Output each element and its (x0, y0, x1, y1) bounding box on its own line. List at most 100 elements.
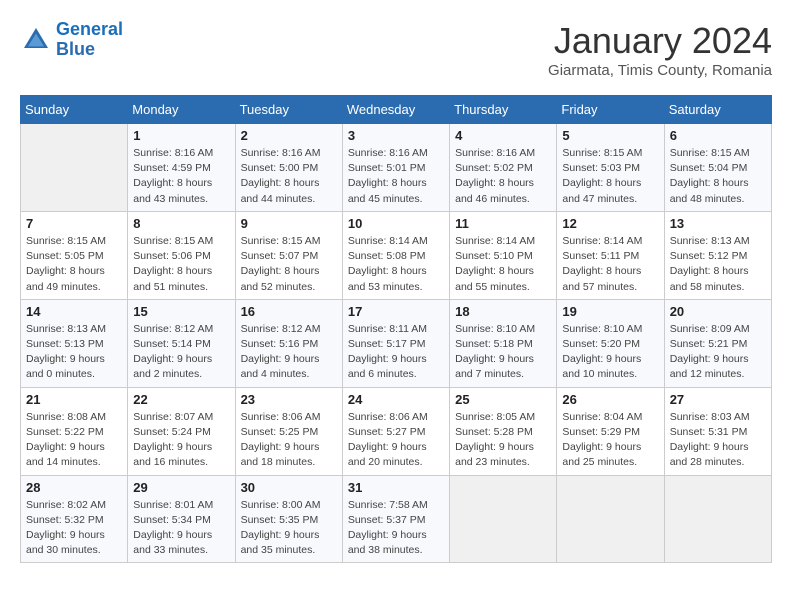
day-info: Sunrise: 8:15 AM Sunset: 5:03 PM Dayligh… (562, 146, 658, 207)
calendar-cell: 16 Sunrise: 8:12 AM Sunset: 5:16 PM Dayli… (235, 299, 342, 387)
weekday-thursday: Thursday (450, 96, 557, 124)
calendar-cell: 9 Sunrise: 8:15 AM Sunset: 5:07 PM Daylig… (235, 211, 342, 299)
calendar-week-4: 28 Sunrise: 8:02 AM Sunset: 5:32 PM Dayli… (21, 475, 772, 563)
day-number: 1 (133, 128, 229, 143)
day-info: Sunrise: 8:00 AM Sunset: 5:35 PM Dayligh… (241, 498, 337, 559)
calendar-cell: 25Sunrise: 8:05 AM Sunset: 5:28 PM Dayli… (450, 387, 557, 475)
calendar-cell: 29 Sunrise: 8:01 AM Sunset: 5:34 PM Dayli… (128, 475, 235, 563)
calendar-cell: 13 Sunrise: 8:13 AM Sunset: 5:12 PM Dayli… (664, 211, 771, 299)
day-info: Sunrise: 8:02 AM Sunset: 5:32 PM Dayligh… (26, 498, 122, 559)
calendar-body: 1Sunrise: 8:16 AM Sunset: 4:59 PM Daylig… (21, 124, 772, 563)
day-number: 16 (241, 304, 337, 319)
day-info: Sunrise: 8:11 AM Sunset: 5:17 PM Dayligh… (348, 322, 444, 383)
day-number: 29 (133, 480, 229, 495)
day-number: 4 (455, 128, 551, 143)
calendar-cell: 1Sunrise: 8:16 AM Sunset: 4:59 PM Daylig… (128, 124, 235, 212)
calendar-cell: 15 Sunrise: 8:12 AM Sunset: 5:14 PM Dayli… (128, 299, 235, 387)
calendar-cell: 27 Sunrise: 8:03 AM Sunset: 5:31 PM Dayli… (664, 387, 771, 475)
day-info: Sunrise: 8:10 AM Sunset: 5:20 PM Dayligh… (562, 322, 658, 383)
title-block: January 2024 Giarmata, Timis County, Rom… (548, 20, 772, 79)
calendar-week-3: 21 Sunrise: 8:08 AM Sunset: 5:22 PM Dayli… (21, 387, 772, 475)
calendar-cell: 18Sunrise: 8:10 AM Sunset: 5:18 PM Dayli… (450, 299, 557, 387)
day-info: Sunrise: 8:16 AM Sunset: 5:02 PM Dayligh… (455, 146, 551, 207)
day-info: Sunrise: 8:03 AM Sunset: 5:31 PM Dayligh… (670, 410, 766, 471)
calendar-cell: 28 Sunrise: 8:02 AM Sunset: 5:32 PM Dayli… (21, 475, 128, 563)
calendar-cell: 24Sunrise: 8:06 AM Sunset: 5:27 PM Dayli… (342, 387, 449, 475)
day-info: Sunrise: 8:07 AM Sunset: 5:24 PM Dayligh… (133, 410, 229, 471)
day-info: Sunrise: 7:58 AM Sunset: 5:37 PM Dayligh… (348, 498, 444, 559)
logo-text: General Blue (56, 20, 123, 60)
day-info: Sunrise: 8:15 AM Sunset: 5:06 PM Dayligh… (133, 234, 229, 295)
location-subtitle: Giarmata, Timis County, Romania (548, 62, 772, 79)
weekday-sunday: Sunday (21, 96, 128, 124)
calendar-cell (21, 124, 128, 212)
day-number: 9 (241, 216, 337, 231)
day-info: Sunrise: 8:15 AM Sunset: 5:07 PM Dayligh… (241, 234, 337, 295)
day-number: 10 (348, 216, 444, 231)
day-info: Sunrise: 8:08 AM Sunset: 5:22 PM Dayligh… (26, 410, 122, 471)
calendar-cell: 6Sunrise: 8:15 AM Sunset: 5:04 PM Daylig… (664, 124, 771, 212)
logo-line2: Blue (56, 39, 95, 59)
day-number: 28 (26, 480, 122, 495)
day-info: Sunrise: 8:14 AM Sunset: 5:08 PM Dayligh… (348, 234, 444, 295)
day-number: 13 (670, 216, 766, 231)
day-number: 27 (670, 392, 766, 407)
weekday-friday: Friday (557, 96, 664, 124)
calendar-week-1: 7 Sunrise: 8:15 AM Sunset: 5:05 PM Daylig… (21, 211, 772, 299)
calendar-cell: 26 Sunrise: 8:04 AM Sunset: 5:29 PM Dayli… (557, 387, 664, 475)
day-number: 15 (133, 304, 229, 319)
calendar-week-2: 14 Sunrise: 8:13 AM Sunset: 5:13 PM Dayli… (21, 299, 772, 387)
day-number: 25 (455, 392, 551, 407)
calendar-cell: 14 Sunrise: 8:13 AM Sunset: 5:13 PM Dayli… (21, 299, 128, 387)
day-info: Sunrise: 8:12 AM Sunset: 5:16 PM Dayligh… (241, 322, 337, 383)
day-number: 12 (562, 216, 658, 231)
calendar-cell: 31 Sunrise: 7:58 AM Sunset: 5:37 PM Dayli… (342, 475, 449, 563)
calendar-cell: 30 Sunrise: 8:00 AM Sunset: 5:35 PM Dayli… (235, 475, 342, 563)
day-info: Sunrise: 8:04 AM Sunset: 5:29 PM Dayligh… (562, 410, 658, 471)
day-number: 18 (455, 304, 551, 319)
day-info: Sunrise: 8:16 AM Sunset: 5:00 PM Dayligh… (241, 146, 337, 207)
day-number: 7 (26, 216, 122, 231)
weekday-header-row: SundayMondayTuesdayWednesdayThursdayFrid… (21, 96, 772, 124)
calendar-cell (557, 475, 664, 563)
calendar-cell: 11Sunrise: 8:14 AM Sunset: 5:10 PM Dayli… (450, 211, 557, 299)
day-number: 2 (241, 128, 337, 143)
day-number: 31 (348, 480, 444, 495)
calendar-cell: 21 Sunrise: 8:08 AM Sunset: 5:22 PM Dayli… (21, 387, 128, 475)
day-number: 26 (562, 392, 658, 407)
calendar-cell: 4 Sunrise: 8:16 AM Sunset: 5:02 PM Daylig… (450, 124, 557, 212)
day-info: Sunrise: 8:15 AM Sunset: 5:04 PM Dayligh… (670, 146, 766, 207)
calendar-cell: 22 Sunrise: 8:07 AM Sunset: 5:24 PM Dayli… (128, 387, 235, 475)
day-info: Sunrise: 8:14 AM Sunset: 5:11 PM Dayligh… (562, 234, 658, 295)
day-info: Sunrise: 8:09 AM Sunset: 5:21 PM Dayligh… (670, 322, 766, 383)
calendar-cell: 5 Sunrise: 8:15 AM Sunset: 5:03 PM Daylig… (557, 124, 664, 212)
weekday-tuesday: Tuesday (235, 96, 342, 124)
day-number: 17 (348, 304, 444, 319)
calendar-cell (664, 475, 771, 563)
day-number: 14 (26, 304, 122, 319)
day-info: Sunrise: 8:13 AM Sunset: 5:13 PM Dayligh… (26, 322, 122, 383)
day-info: Sunrise: 8:01 AM Sunset: 5:34 PM Dayligh… (133, 498, 229, 559)
day-info: Sunrise: 8:15 AM Sunset: 5:05 PM Dayligh… (26, 234, 122, 295)
calendar-cell: 17 Sunrise: 8:11 AM Sunset: 5:17 PM Dayli… (342, 299, 449, 387)
day-info: Sunrise: 8:06 AM Sunset: 5:25 PM Dayligh… (241, 410, 337, 471)
day-number: 30 (241, 480, 337, 495)
calendar-cell: 3Sunrise: 8:16 AM Sunset: 5:01 PM Daylig… (342, 124, 449, 212)
day-info: Sunrise: 8:13 AM Sunset: 5:12 PM Dayligh… (670, 234, 766, 295)
calendar-week-0: 1Sunrise: 8:16 AM Sunset: 4:59 PM Daylig… (21, 124, 772, 212)
day-number: 22 (133, 392, 229, 407)
calendar-cell: 2 Sunrise: 8:16 AM Sunset: 5:00 PM Daylig… (235, 124, 342, 212)
weekday-wednesday: Wednesday (342, 96, 449, 124)
day-number: 8 (133, 216, 229, 231)
day-number: 20 (670, 304, 766, 319)
calendar-cell: 12 Sunrise: 8:14 AM Sunset: 5:11 PM Dayli… (557, 211, 664, 299)
logo-line1: General (56, 19, 123, 39)
day-number: 21 (26, 392, 122, 407)
day-info: Sunrise: 8:12 AM Sunset: 5:14 PM Dayligh… (133, 322, 229, 383)
day-number: 5 (562, 128, 658, 143)
logo: General Blue (20, 20, 123, 60)
day-info: Sunrise: 8:06 AM Sunset: 5:27 PM Dayligh… (348, 410, 444, 471)
page-header: General Blue January 2024 Giarmata, Timi… (20, 20, 772, 79)
day-number: 23 (241, 392, 337, 407)
calendar-cell (450, 475, 557, 563)
